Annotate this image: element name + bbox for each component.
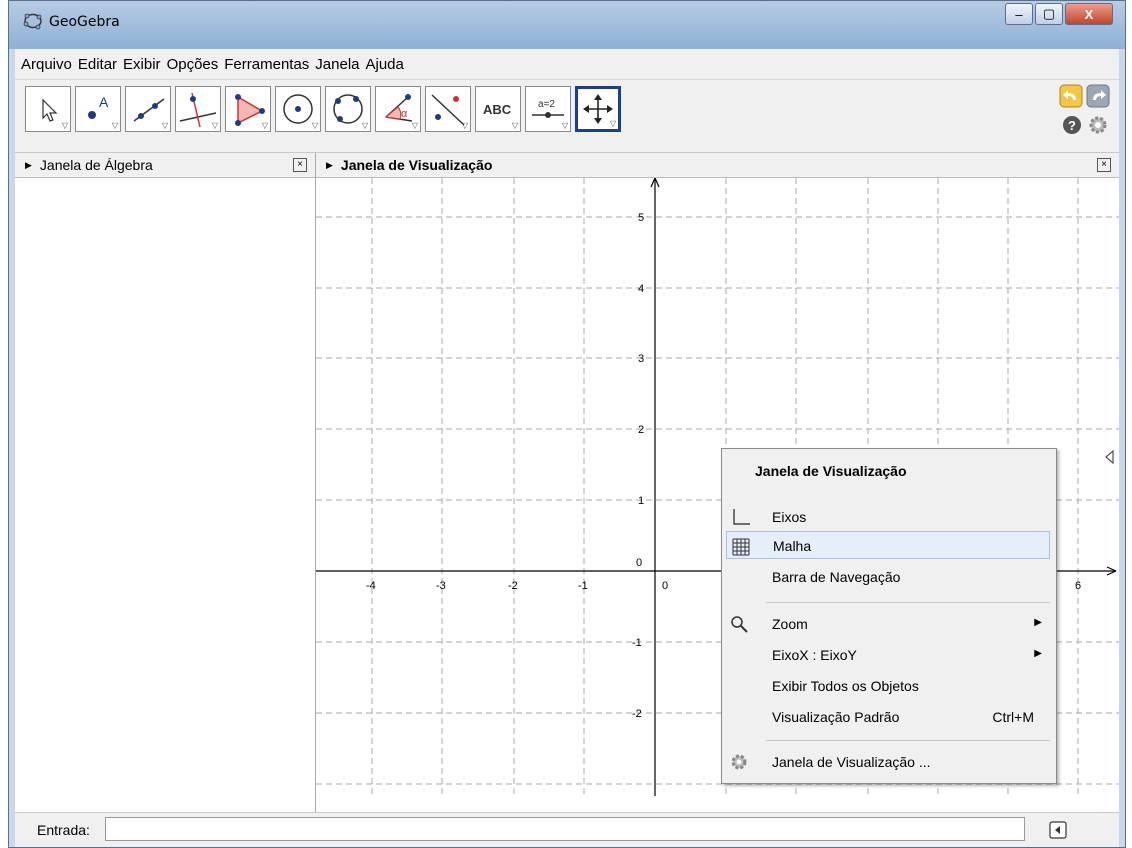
menu-separator (766, 602, 1050, 603)
expand-arrow-icon[interactable]: ▶ (326, 160, 333, 171)
svg-text:ABC: ABC (483, 102, 512, 117)
expand-arrow-icon[interactable]: ▶ (25, 160, 32, 171)
window-title: GeoGebra (49, 14, 120, 30)
slider-tool-button[interactable]: a=2 ▽ (525, 86, 571, 132)
menu-opcoes[interactable]: Opções (167, 56, 219, 73)
menu-ferramentas[interactable]: Ferramentas (224, 56, 309, 73)
x-tick-label: -4 (366, 580, 376, 592)
graphics-view-title: Janela de Visualização (340, 157, 493, 173)
submenu-arrow-icon: ▶ (1034, 648, 1042, 659)
app-window: GeoGebra – ▢ X Arquivo Editar Exibir Opç… (8, 0, 1126, 848)
undo-redo-area: ? (1059, 84, 1111, 140)
settings-gear-icon[interactable] (1087, 114, 1109, 136)
perpendicular-tool-button[interactable]: ▽ (175, 86, 221, 132)
y-tick-label: 1 (638, 495, 644, 507)
svg-text:a=2: a=2 (538, 99, 555, 110)
gear-icon (731, 754, 747, 770)
y-tick-label: 4 (638, 283, 644, 295)
menu-arquivo[interactable]: Arquivo (21, 56, 72, 73)
x-tick-label: 0 (662, 580, 668, 592)
client-area: Arquivo Editar Exibir Opções Ferramentas… (15, 49, 1119, 847)
reflect-tool-button[interactable]: ▽ (425, 86, 471, 132)
x-tick-label: -1 (578, 580, 588, 592)
y-tick-label: 0 (636, 557, 642, 569)
menu-item-zoom[interactable]: Zoom ▶ (726, 610, 1050, 638)
menu-item-malha[interactable]: Malha (726, 531, 1050, 559)
keyboard-toggle-icon[interactable] (1049, 821, 1067, 839)
minimize-icon: – (1015, 6, 1023, 22)
menu-janela[interactable]: Janela (315, 56, 359, 73)
menu-bar: Arquivo Editar Exibir Opções Ferramentas… (15, 49, 1119, 80)
geogebra-logo-icon (23, 13, 42, 30)
context-menu: Janela de Visualização Eixos Malha Barra… (721, 448, 1057, 784)
collapse-sidebar-icon (1105, 449, 1114, 465)
algebra-close-icon[interactable]: × (293, 158, 307, 172)
maximize-icon: ▢ (1042, 6, 1056, 21)
algebra-view-title: Janela de Álgebra (39, 157, 153, 173)
line-tool-button[interactable]: ▽ (125, 86, 171, 132)
y-tick-label: 3 (638, 353, 644, 365)
graphics-close-icon[interactable]: × (1097, 158, 1111, 172)
circle-tool-button[interactable]: ▽ (275, 86, 321, 132)
close-button[interactable]: X (1065, 3, 1113, 25)
menu-item-visualizacao-padrao[interactable]: Visualização Padrão Ctrl+M (726, 703, 1050, 731)
menu-item-eixox-eixoy[interactable]: EixoX : EixoY ▶ (726, 641, 1050, 669)
algebra-view[interactable]: ▶ Janela de Álgebra × (15, 153, 316, 813)
menu-exibir[interactable]: Exibir (123, 56, 161, 73)
magnifier-icon (731, 616, 748, 633)
maximize-button[interactable]: ▢ (1035, 3, 1063, 25)
y-tick-label: -1 (632, 637, 642, 649)
menu-editar[interactable]: Editar (78, 56, 117, 73)
point-tool-button[interactable]: A ▽ (75, 86, 121, 132)
svg-text:α: α (401, 108, 408, 120)
svg-text:?: ? (1068, 118, 1076, 133)
x-tick-label: -3 (436, 580, 446, 592)
angle-tool-button[interactable]: α ▽ (375, 86, 421, 132)
toolbar: ▽ A ▽ ▽ ▽ ▽ ▽ ▽ α ▽ ▽ ABC ▽ a=2 ▽ ▽ ? (15, 80, 1119, 153)
help-icon[interactable]: ? (1061, 114, 1083, 136)
x-tick-label: 6 (1075, 580, 1081, 592)
shortcut-label: Ctrl+M (992, 709, 1034, 725)
y-tick-label: 2 (638, 424, 644, 436)
menu-separator (766, 740, 1050, 741)
submenu-arrow-icon: ▶ (1034, 617, 1042, 628)
svg-text:A: A (99, 94, 109, 110)
move-tool-button[interactable]: ▽ (25, 86, 71, 132)
menu-item-exibir-todos-os-objetos[interactable]: Exibir Todos os Objetos (726, 672, 1050, 700)
input-field[interactable] (105, 817, 1025, 841)
undo-icon[interactable] (1059, 84, 1083, 108)
text-tool-button[interactable]: ABC ▽ (475, 86, 521, 132)
conic-tool-button[interactable]: ▽ (325, 86, 371, 132)
y-tick-label: 5 (638, 212, 644, 224)
context-menu-title: Janela de Visualização (755, 463, 907, 479)
title-bar: GeoGebra – ▢ X (9, 1, 1125, 49)
input-label: Entrada: (37, 822, 90, 838)
graphics-view-header: ▶ Janela de Visualização × (316, 153, 1119, 178)
minimize-button[interactable]: – (1005, 3, 1033, 25)
menu-ajuda[interactable]: Ajuda (366, 56, 404, 73)
move-graphics-tool-button[interactable]: ▽ (575, 86, 621, 132)
y-tick-label: -2 (632, 708, 642, 720)
axes-icon (733, 509, 750, 525)
grid-icon (732, 538, 750, 556)
menu-item-barra-de-navegacao[interactable]: Barra de Navegação (726, 563, 1050, 591)
input-bar: Entrada: (15, 812, 1119, 847)
menu-item-janela-de-visualizacao-settings[interactable]: Janela de Visualização ... (726, 748, 1050, 776)
close-icon: X (1084, 6, 1094, 22)
menu-item-eixos[interactable]: Eixos (726, 503, 1050, 531)
redo-icon[interactable] (1086, 84, 1110, 108)
x-tick-label: -2 (508, 580, 518, 592)
algebra-view-header: ▶ Janela de Álgebra × (15, 153, 315, 178)
polygon-tool-button[interactable]: ▽ (225, 86, 271, 132)
